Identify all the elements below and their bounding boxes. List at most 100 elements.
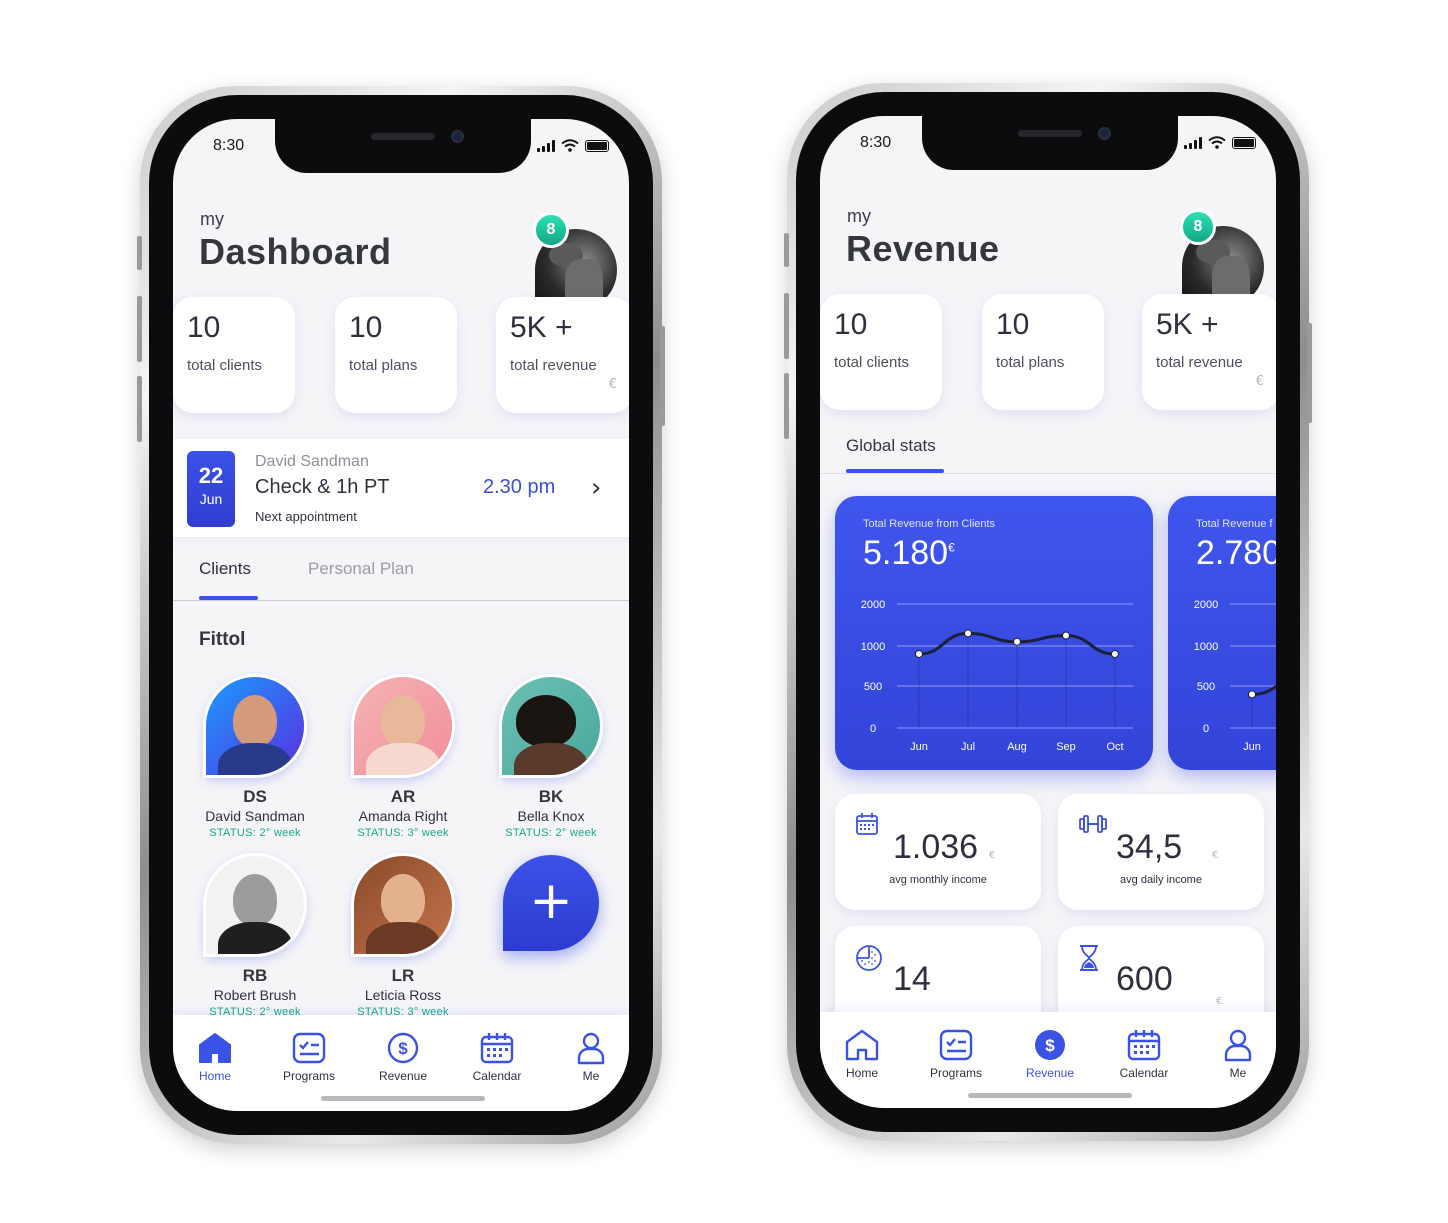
x-tick-label: Jun xyxy=(1243,741,1261,753)
dollar-icon: $ xyxy=(387,1032,419,1064)
tab-active-indicator xyxy=(199,596,258,600)
chevron-right-icon[interactable]: › xyxy=(591,473,601,503)
metric-value: 14 xyxy=(893,960,931,998)
home-icon xyxy=(199,1033,231,1063)
nav-me[interactable]: Me xyxy=(1198,1028,1276,1080)
section-title: Fittol xyxy=(199,629,246,650)
data-point xyxy=(915,650,923,658)
stat-card-plans: 10 total plans xyxy=(982,294,1104,410)
client-name: David Sandman xyxy=(205,808,305,824)
appointment-day: 22 xyxy=(198,463,224,488)
status-time: 8:30 xyxy=(213,137,245,154)
y-tick-label: 500 xyxy=(864,681,882,693)
client-avatar xyxy=(354,677,452,775)
mute-switch xyxy=(784,233,789,267)
pie-chart-icon xyxy=(856,945,882,971)
tab-divider xyxy=(820,473,1276,474)
home-indicator[interactable] xyxy=(968,1093,1132,1098)
nav-home[interactable]: Home xyxy=(822,1028,902,1080)
wifi-icon xyxy=(1208,136,1226,149)
nav-label: Revenue xyxy=(1025,1066,1075,1080)
nav-label: Calendar xyxy=(1119,1066,1169,1080)
nav-label: Programs xyxy=(282,1069,335,1083)
revenue-chart-card[interactable]: Total Revenue from Clients 5.180€ 2000 10… xyxy=(835,496,1153,770)
nav-me[interactable]: Me xyxy=(551,1031,629,1083)
client-avatar xyxy=(502,677,600,775)
volume-up-button xyxy=(784,293,789,359)
notification-badge[interactable]: 8 xyxy=(533,212,569,248)
metric-card-monthly: 1.036 € avg monthly income xyxy=(835,794,1041,910)
revenue-chart-card-2[interactable]: Total Revenue f 2.780 2000 1000 500 0 Jun xyxy=(1168,496,1276,770)
metric-value: 1.036 xyxy=(893,828,979,866)
bottom-nav: Home Programs $ Revenue Calendar Me xyxy=(173,1015,629,1111)
home-indicator[interactable] xyxy=(321,1096,485,1101)
stat-label: total plans xyxy=(349,357,418,374)
client-initials: LR xyxy=(391,966,415,985)
data-point xyxy=(1248,690,1256,699)
stat-card-clients: 10 total clients xyxy=(173,297,295,413)
tab-personal-plan[interactable]: Personal Plan xyxy=(308,559,414,579)
stat-label: total plans xyxy=(996,354,1065,371)
volume-down-button xyxy=(784,373,789,439)
metric-value: 600 xyxy=(1116,960,1173,998)
client-card-rb[interactable]: RB Robert Brush STATUS: 2° week xyxy=(190,856,320,1018)
nav-label: Home xyxy=(198,1069,231,1083)
appointment-caption: Next appointment xyxy=(255,509,357,524)
tab-global-stats[interactable]: Global stats xyxy=(846,436,936,456)
data-point xyxy=(1062,631,1070,640)
nav-calendar[interactable]: Calendar xyxy=(1104,1028,1184,1080)
x-tick-label: Sep xyxy=(1056,741,1076,753)
nav-label: Me xyxy=(582,1069,600,1083)
notification-badge[interactable]: 8 xyxy=(1180,209,1216,245)
client-avatar xyxy=(206,677,304,775)
mute-switch xyxy=(137,236,142,270)
y-tick-label: 0 xyxy=(870,723,876,735)
wifi-icon xyxy=(561,139,579,152)
hourglass-icon xyxy=(1080,945,1098,971)
add-client-button[interactable]: + xyxy=(503,855,599,951)
client-status: STATUS: 2° week xyxy=(209,827,301,839)
programs-icon xyxy=(939,1029,973,1061)
nav-calendar[interactable]: Calendar xyxy=(457,1031,537,1083)
nav-home[interactable]: Home xyxy=(175,1031,255,1083)
metric-label: avg monthly income xyxy=(889,874,987,886)
client-initials: BK xyxy=(538,787,564,806)
phone-dashboard: 8:30 my Dashboard 8 10 total clients 10 … xyxy=(137,86,665,1144)
notch xyxy=(275,119,531,173)
data-point xyxy=(1111,650,1119,658)
stat-value: 10 xyxy=(187,311,221,344)
client-card-bk[interactable]: BK Bella Knox STATUS: 2° week xyxy=(486,677,616,839)
nav-label: Programs xyxy=(929,1066,982,1080)
client-card-ar[interactable]: AR Amanda Right STATUS: 3° week xyxy=(338,677,468,839)
greeting-text: my xyxy=(847,206,871,226)
client-card-ds[interactable]: DS David Sandman STATUS: 2° week xyxy=(190,677,320,839)
appointment-date-chip: 22 Jun xyxy=(187,451,235,527)
tab-bar: Clients Personal Plan xyxy=(173,537,629,601)
revenue-line-chart-2: 2000 1000 500 0 Jun xyxy=(1194,599,1276,753)
metric-label: avg daily income xyxy=(1120,874,1202,886)
tab-clients[interactable]: Clients xyxy=(199,559,251,579)
client-card-lr[interactable]: LR Leticia Ross STATUS: 3° week xyxy=(338,856,468,1018)
nav-revenue[interactable]: $ Revenue xyxy=(363,1031,443,1083)
nav-label: Calendar xyxy=(472,1069,522,1083)
nav-revenue[interactable]: $ Revenue xyxy=(1010,1028,1090,1080)
client-initials: RB xyxy=(242,966,268,985)
metric-card-daily: 34,5 € avg daily income xyxy=(1058,794,1264,910)
currency-symbol: € xyxy=(1255,374,1264,389)
stat-value: 5K + xyxy=(510,311,573,344)
next-appointment-card[interactable]: 22 Jun David Sandman Check & 1h PT Next … xyxy=(173,439,629,537)
revenue-line-chart: 2000 1000 500 0 Jun Jul Aug Sep Oct xyxy=(861,599,1133,753)
y-tick-label: 0 xyxy=(1203,723,1209,735)
x-tick-label: Aug xyxy=(1007,741,1027,753)
nav-programs[interactable]: Programs xyxy=(269,1031,349,1083)
greeting-text: my xyxy=(200,209,224,229)
metric-currency: € xyxy=(1216,996,1223,1007)
stat-value: 5K + xyxy=(1156,308,1219,341)
data-point xyxy=(964,629,972,638)
user-icon xyxy=(577,1032,605,1065)
y-tick-label: 1000 xyxy=(1194,641,1218,653)
calendar-icon xyxy=(480,1033,514,1064)
nav-programs[interactable]: Programs xyxy=(916,1028,996,1080)
y-tick-label: 2000 xyxy=(1194,599,1218,611)
status-icons xyxy=(1184,136,1256,149)
